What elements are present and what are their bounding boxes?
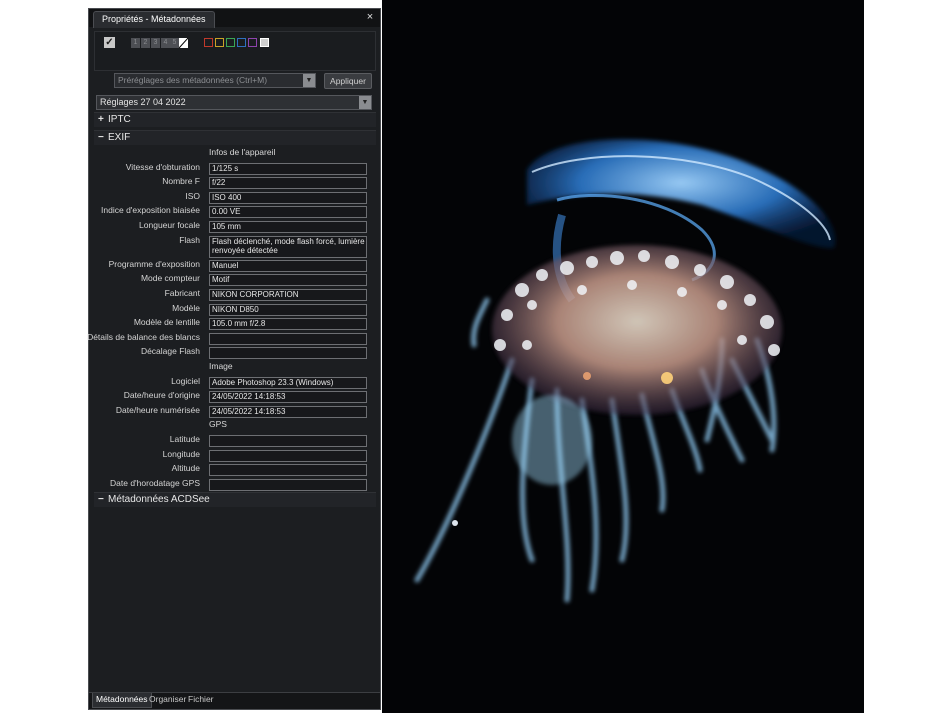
camera-info-label: Vitesse d'obturation	[125, 161, 200, 172]
gps-header: GPS	[209, 419, 227, 430]
camera-info-label: Indice d'exposition biaisée	[101, 205, 200, 216]
apply-button[interactable]: Appliquer	[324, 73, 372, 89]
reglages-value: Réglages 27 04 2022	[100, 97, 186, 107]
color-label-red[interactable]	[204, 38, 213, 47]
color-label-blue[interactable]	[237, 38, 246, 47]
gps-info-field[interactable]	[209, 478, 367, 491]
chevron-down-icon[interactable]: ▼	[303, 74, 315, 87]
gps-info-label: Longitude	[162, 448, 200, 459]
rating-1-button[interactable]: 1	[131, 38, 140, 48]
preset-placeholder: Préréglages des métadonnées (Ctrl+M)	[118, 75, 268, 85]
close-icon[interactable]: ×	[364, 11, 376, 23]
camera-info-label: Modèle	[172, 302, 200, 313]
collapse-icon[interactable]: −	[98, 131, 108, 145]
section-acdsee-label: Métadonnées ACDSee	[108, 494, 210, 505]
panel-titlebar: Propriétés - Métadonnées ×	[89, 9, 380, 28]
camera-info-field[interactable]: Motif	[209, 274, 367, 287]
section-acdsee[interactable]: − Métadonnées ACDSee	[94, 492, 376, 507]
color-label-clear[interactable]	[260, 38, 269, 47]
camera-info-field[interactable]	[209, 332, 367, 345]
chevron-down-icon[interactable]: ▼	[359, 96, 371, 109]
camera-info-field[interactable]: Manuel	[209, 259, 367, 272]
camera-info-field[interactable]: ISO 400	[209, 191, 367, 204]
section-iptc-label: IPTC	[108, 114, 131, 125]
camera-info-field[interactable]: NIKON CORPORATION	[209, 289, 367, 301]
gps-info-field[interactable]	[209, 464, 367, 477]
gps-info-field[interactable]	[209, 435, 367, 447]
tag-checkbox[interactable]: ✓	[104, 37, 115, 48]
camera-info-label: Nombre F	[162, 176, 200, 187]
collapse-icon[interactable]: −	[98, 493, 108, 507]
gps-info-label: Altitude	[171, 463, 200, 474]
image-info-header: Image	[209, 361, 233, 371]
jellyfish-photo	[382, 0, 864, 713]
gps-info-label: Date d'horodatage GPS	[110, 477, 200, 488]
rating-5-button[interactable]: 5	[170, 38, 179, 48]
image-info-label: Logiciel	[171, 375, 200, 386]
camera-info-field[interactable]: 1/125 s	[209, 162, 367, 175]
image-info-field[interactable]: 24/05/2022 14:18:53	[209, 405, 367, 418]
camera-info-field[interactable]: 105.0 mm f/2.8	[209, 318, 367, 331]
image-info-label: Date/heure d'origine	[123, 390, 200, 401]
tab-metadonnees[interactable]: Métadonnées	[92, 693, 152, 708]
camera-info-field[interactable]: NIKON D850	[209, 303, 367, 316]
section-iptc[interactable]: + IPTC	[94, 112, 376, 127]
camera-info-label: Programme d'exposition	[108, 258, 200, 269]
tab-organiser[interactable]: Organiser	[146, 693, 189, 707]
panel-title-tab[interactable]: Propriétés - Métadonnées	[93, 11, 215, 28]
camera-info-field[interactable]	[209, 347, 367, 360]
color-label-green[interactable]	[226, 38, 235, 47]
bottom-tab-bar: Métadonnées Organiser Fichier	[89, 692, 380, 709]
rating-3-button[interactable]: 3	[151, 38, 160, 48]
color-label-yellow[interactable]	[215, 38, 224, 47]
color-label-purple[interactable]	[248, 38, 257, 47]
metadata-preset-dropdown[interactable]: Préréglages des métadonnées (Ctrl+M) ▼	[114, 73, 316, 88]
camera-info-field[interactable]: 105 mm	[209, 221, 367, 233]
section-exif-label: EXIF	[108, 132, 131, 143]
camera-info-label: Modèle de lentille	[133, 317, 200, 328]
camera-info-label: Détails de balance des blancs	[87, 331, 200, 342]
camera-info-header: Infos de l'appareil	[209, 147, 276, 157]
camera-info-field[interactable]: 0.00 VE	[209, 206, 367, 219]
camera-info-label: ISO	[185, 190, 200, 201]
properties-panel: Propriétés - Métadonnées × ✓ 1 2 3 4 5 P…	[87, 8, 381, 710]
rating-4-button[interactable]: 4	[161, 38, 170, 48]
camera-info-label: Longueur focale	[139, 220, 200, 230]
clear-rating-icon[interactable]	[179, 38, 188, 48]
reglages-dropdown[interactable]: Réglages 27 04 2022 ▼	[96, 95, 372, 110]
camera-info-field[interactable]: Flash déclenché, mode flash forcé, lumiè…	[209, 235, 367, 258]
camera-info-label: Flash	[179, 234, 200, 245]
camera-info-label: Mode compteur	[140, 273, 200, 284]
gps-info-field[interactable]	[209, 449, 367, 462]
camera-info-label: Fabricant	[164, 288, 200, 298]
camera-info-field[interactable]: f/22	[209, 177, 367, 190]
jellyfish-image	[382, 0, 864, 713]
gps-info-label: Latitude	[169, 434, 200, 444]
camera-info-label: Décalage Flash	[140, 346, 200, 357]
rating-2-button[interactable]: 2	[141, 38, 150, 48]
image-info-label: Date/heure numérisée	[115, 404, 200, 415]
expand-icon[interactable]: +	[98, 113, 108, 127]
section-exif[interactable]: − EXIF	[94, 130, 376, 145]
rating-toolbar: ✓ 1 2 3 4 5	[94, 31, 376, 71]
image-info-field[interactable]: 24/05/2022 14:18:53	[209, 391, 367, 404]
tab-fichier[interactable]: Fichier	[185, 693, 217, 707]
image-info-field[interactable]: Adobe Photoshop 23.3 (Windows)	[209, 376, 367, 389]
